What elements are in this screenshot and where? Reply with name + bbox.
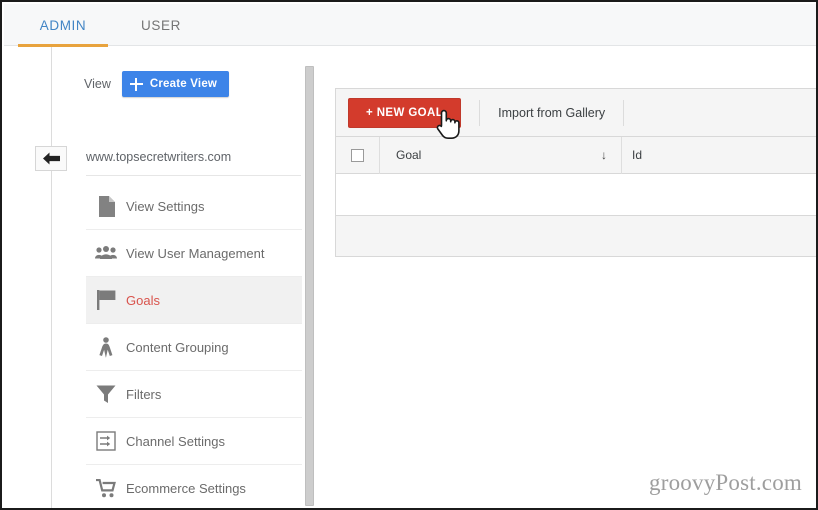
sidebar-item-ecommerce-settings[interactable]: Ecommerce Settings [86, 465, 302, 508]
goals-toolbar: + NEW GOAL Import from Gallery [336, 89, 816, 137]
create-view-button-label: Create View [149, 78, 218, 90]
goals-table-footer-row [336, 216, 816, 256]
column-header-goal-label: Goal [396, 148, 422, 162]
sidebar-item-view-user-management[interactable]: View User Management [86, 230, 302, 277]
arrow-left-icon [42, 152, 60, 165]
plus-icon [129, 77, 143, 91]
tab-user-label: USER [141, 17, 181, 33]
sidebar-collapse-button[interactable] [35, 146, 67, 171]
sidebar-nav-list: View Settings View User Management Goals… [86, 183, 302, 508]
sidebar-item-view-settings[interactable]: View Settings [86, 183, 302, 230]
toolbar-separator-2 [623, 99, 625, 126]
new-goal-button-label: + NEW GOAL [366, 106, 444, 119]
funnel-icon [86, 384, 126, 404]
column-header-id-label: Id [632, 148, 643, 162]
sidebar-scrollbar-thumb[interactable] [305, 66, 314, 506]
sidebar-item-label: View Settings [126, 198, 205, 214]
select-all-checkbox[interactable] [351, 148, 364, 162]
sidebar-item-label: Ecommerce Settings [126, 480, 246, 496]
sidebar-item-channel-settings[interactable]: Channel Settings [86, 418, 302, 465]
create-view-button[interactable]: Create View [121, 71, 230, 97]
sidebar-item-goals[interactable]: Goals [86, 277, 302, 324]
sidebar-item-filters[interactable]: Filters [86, 371, 302, 418]
sidebar-item-label: Goals [126, 292, 160, 308]
selected-view-name: www.topsecretwriters.com [86, 150, 232, 164]
main-content: + NEW GOAL Import from Gallery Goal ↓ Id [318, 47, 816, 508]
sidebar-collapse-rail [51, 47, 52, 508]
tab-user[interactable]: USER [122, 4, 200, 46]
view-header: View Create View [84, 69, 304, 99]
admin-sidebar: View Create View www.topsecretwriters.co… [4, 47, 307, 508]
import-from-gallery-button[interactable]: Import from Gallery [498, 106, 605, 120]
import-from-gallery-label: Import from Gallery [498, 105, 606, 120]
sort-descending-icon[interactable]: ↓ [601, 149, 607, 161]
content-grouping-icon [86, 336, 126, 358]
goals-table-header: Goal ↓ Id [336, 136, 816, 174]
sidebar-divider [86, 175, 301, 176]
top-tab-bar: ADMIN USER [4, 4, 816, 47]
sidebar-item-label: Content Grouping [126, 339, 229, 355]
sidebar-item-content-grouping[interactable]: Content Grouping [86, 324, 302, 371]
flag-icon [86, 290, 126, 310]
channel-settings-icon [86, 431, 126, 451]
view-label: View [84, 77, 111, 91]
column-header-id[interactable]: Id [622, 137, 816, 174]
sidebar-item-label: View User Management [126, 245, 265, 261]
goals-panel: + NEW GOAL Import from Gallery Goal ↓ Id [335, 88, 816, 257]
column-header-goal[interactable]: Goal ↓ [380, 136, 622, 174]
document-icon [86, 195, 126, 217]
watermark: groovyPost.com [649, 470, 802, 495]
sidebar-item-label: Filters [126, 386, 162, 402]
select-all-cell[interactable] [336, 136, 380, 174]
new-goal-button[interactable]: + NEW GOAL [348, 97, 462, 128]
people-icon [86, 246, 126, 260]
sidebar-item-label: Channel Settings [126, 433, 226, 449]
shopping-cart-icon [86, 478, 126, 498]
tab-admin[interactable]: ADMIN [18, 4, 108, 46]
toolbar-separator [479, 99, 481, 126]
tab-admin-label: ADMIN [39, 17, 87, 33]
goals-table-empty-row [336, 174, 816, 216]
analytics-admin-window: ADMIN USER View Create View www.topsecre… [0, 0, 818, 510]
